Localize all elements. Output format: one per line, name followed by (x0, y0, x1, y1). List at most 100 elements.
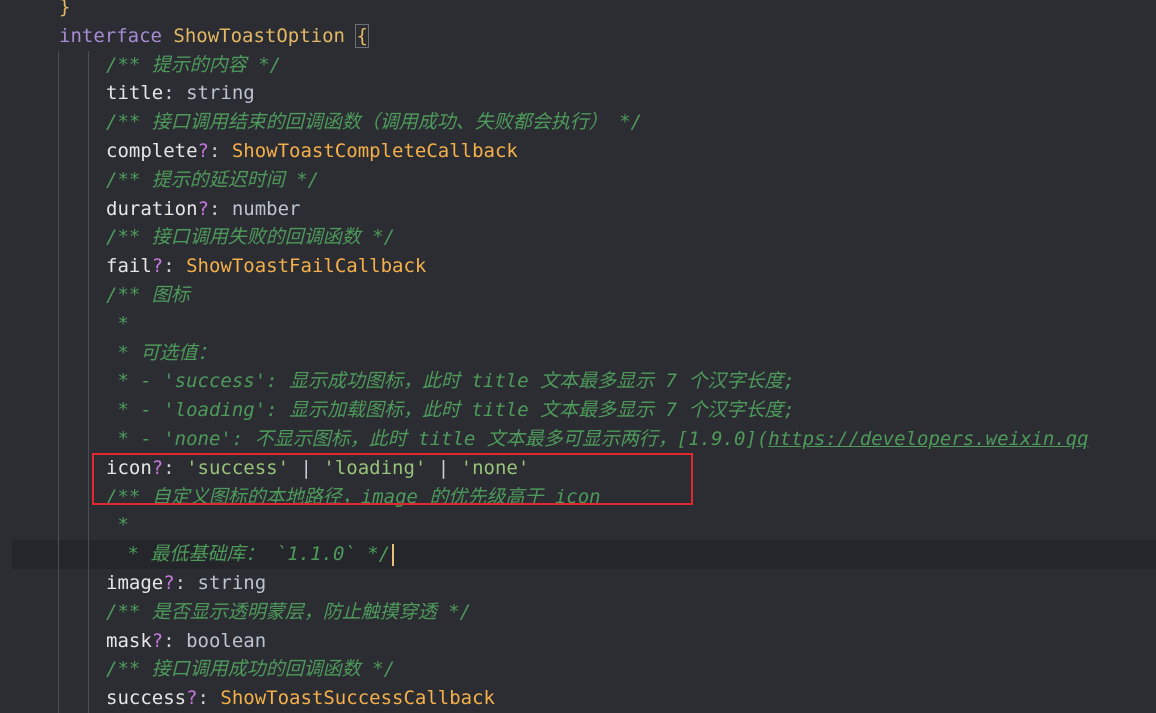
code-line[interactable]: icon?: 'success' | 'loading' | 'none' (0, 453, 1156, 483)
code-line[interactable]: image?: string (0, 569, 1156, 598)
token-op: ? (151, 629, 164, 652)
token-op: ? (197, 140, 209, 162)
indent-guide (58, 50, 59, 80)
code-text: fail?: ShowToastFailCallback (106, 252, 426, 281)
indent-guide (58, 165, 59, 195)
token-punc: : (208, 140, 232, 162)
code-line[interactable]: interface ShowToastOption { (0, 22, 1156, 51)
indent-guide (58, 223, 59, 253)
code-text: * 最低基础库： `1.1.0` */ (116, 540, 395, 569)
code-text: /** 提示的延迟时间 */ (106, 166, 319, 195)
token-type: ShowToastCompleteCallback (231, 140, 518, 162)
indent-guide (88, 453, 89, 483)
token-prop: duration (106, 197, 198, 220)
code-line[interactable]: * - 'loading': 显示加载图标，此时 title 文本最多显示 7 … (0, 396, 1156, 426)
indent-guide (58, 540, 59, 570)
text-cursor (392, 543, 395, 566)
token-op: ? (151, 456, 164, 479)
indent-guide (58, 626, 59, 656)
indent-guide (58, 511, 59, 541)
indent-guide (88, 482, 89, 512)
indent-guide (88, 597, 89, 627)
code-line-current[interactable]: * 最低基础库： `1.1.0` */ (12, 540, 1156, 570)
token-type-name: ShowToastOption (173, 24, 345, 47)
code-line[interactable]: * 可选值： (0, 338, 1156, 368)
code-line[interactable]: /** 自定义图标的本地路径，image 的优先级高于 icon (0, 482, 1156, 512)
token-type: ShowToastSuccessCallback (220, 687, 495, 710)
code-text: /** 图标 (106, 281, 190, 310)
token-punc (345, 25, 356, 47)
token-op: ? (197, 197, 209, 220)
code-line[interactable]: duration?: number (0, 194, 1156, 224)
token-brace: } (59, 0, 71, 18)
indent-guide (88, 425, 89, 454)
code-line[interactable]: * (0, 511, 1156, 541)
indent-guide (58, 338, 59, 368)
indent-guide (58, 655, 59, 685)
indent-guide (88, 396, 89, 426)
indent-guide (88, 511, 89, 541)
code-text: /** 接口调用结束的回调函数（调用成功、失败都会执行） */ (106, 108, 642, 137)
code-line[interactable]: /** 接口调用成功的回调函数 */ (0, 655, 1156, 685)
code-line[interactable]: /** 是否显示透明蒙层，防止触摸穿透 */ (0, 597, 1156, 627)
indent-guide (58, 367, 59, 397)
code-line[interactable]: title: string (0, 79, 1156, 109)
indent-guide (58, 453, 59, 483)
indent-guide (88, 108, 89, 138)
token-comment: /** 自定义图标的本地路径，image 的优先级高于 icon (106, 485, 601, 508)
indent-guide (58, 137, 59, 166)
indent-guide (88, 684, 89, 713)
token-punc: : (163, 255, 187, 278)
code-text: duration?: number (106, 195, 301, 224)
code-line[interactable]: } (0, 0, 1156, 22)
indent-guide (58, 425, 59, 454)
token-prop: mask (106, 629, 152, 652)
code-text: success?: ShowToastSuccessCallback (106, 684, 495, 713)
token-link: https://developers.weixin.qq (768, 428, 1089, 450)
indent-guide (88, 165, 89, 195)
token-prop: fail (106, 255, 152, 278)
code-text: } (59, 0, 70, 22)
code-line[interactable]: /** 接口调用结束的回调函数（调用成功、失败都会执行） */ (0, 108, 1156, 138)
code-text: /** 接口调用成功的回调函数 */ (106, 655, 395, 684)
token-comment: /** 是否显示透明蒙层，防止触摸穿透 */ (106, 600, 472, 623)
code-line[interactable]: * - 'none': 不显示图标，此时 title 文本最多可显示两行，[1.… (0, 425, 1156, 454)
code-line[interactable]: /** 提示的内容 */ (0, 50, 1156, 80)
code-line[interactable]: * - 'success': 显示成功图标，此时 title 文本最多显示 7 … (0, 367, 1156, 397)
code-line[interactable]: mask?: boolean (0, 626, 1156, 656)
token-punc: : (174, 572, 198, 594)
indent-guide (88, 655, 89, 685)
code-line[interactable]: complete?: ShowToastCompleteCallback (0, 137, 1156, 166)
indent-guide (88, 338, 89, 368)
code-line[interactable]: /** 提示的延迟时间 */ (0, 165, 1156, 195)
token-op: ? (186, 687, 198, 710)
token-punc: : (163, 82, 187, 105)
code-line[interactable]: /** 接口调用失败的回调函数 */ (0, 223, 1156, 253)
indent-guide (88, 252, 89, 282)
indent-guide (88, 194, 89, 224)
code-line[interactable]: fail?: ShowToastFailCallback (0, 252, 1156, 282)
code-line[interactable]: /** 图标 (0, 281, 1156, 310)
code-line[interactable]: success?: ShowToastSuccessCallback (0, 684, 1156, 713)
token-punc: | (289, 456, 324, 479)
indent-guide (58, 396, 59, 426)
token-comment: * (106, 514, 129, 537)
token-comment: * - 'success': 显示成功图标，此时 title 文本最多显示 7 … (106, 370, 795, 393)
token-str: 'success' (186, 456, 290, 479)
code-text: * 可选值： (106, 339, 216, 368)
token-op: ? (163, 572, 175, 594)
code-text: /** 提示的内容 */ (106, 51, 281, 80)
indent-guide (58, 79, 59, 109)
code-editor[interactable]: } interface ShowToastOption {/** 提示的内容 */… (0, 0, 1156, 713)
code-text: * (106, 310, 128, 339)
code-text: * - 'none': 不显示图标，此时 title 文本最多可显示两行，[1.… (106, 425, 1089, 454)
indent-guide (88, 367, 89, 397)
token-comment: * 可选值： (106, 341, 217, 364)
code-text: /** 接口调用失败的回调函数 */ (106, 223, 395, 252)
token-comment: /** 接口调用失败的回调函数 */ (106, 226, 396, 249)
token-comment: /** 接口调用结束的回调函数（调用成功、失败都会执行） */ (106, 111, 643, 134)
token-comment: * - 'loading': 显示加载图标，此时 title 文本最多显示 7 … (106, 399, 795, 422)
code-text: mask?: boolean (106, 627, 266, 656)
indent-guide (58, 194, 59, 224)
code-line[interactable]: * (0, 309, 1156, 339)
